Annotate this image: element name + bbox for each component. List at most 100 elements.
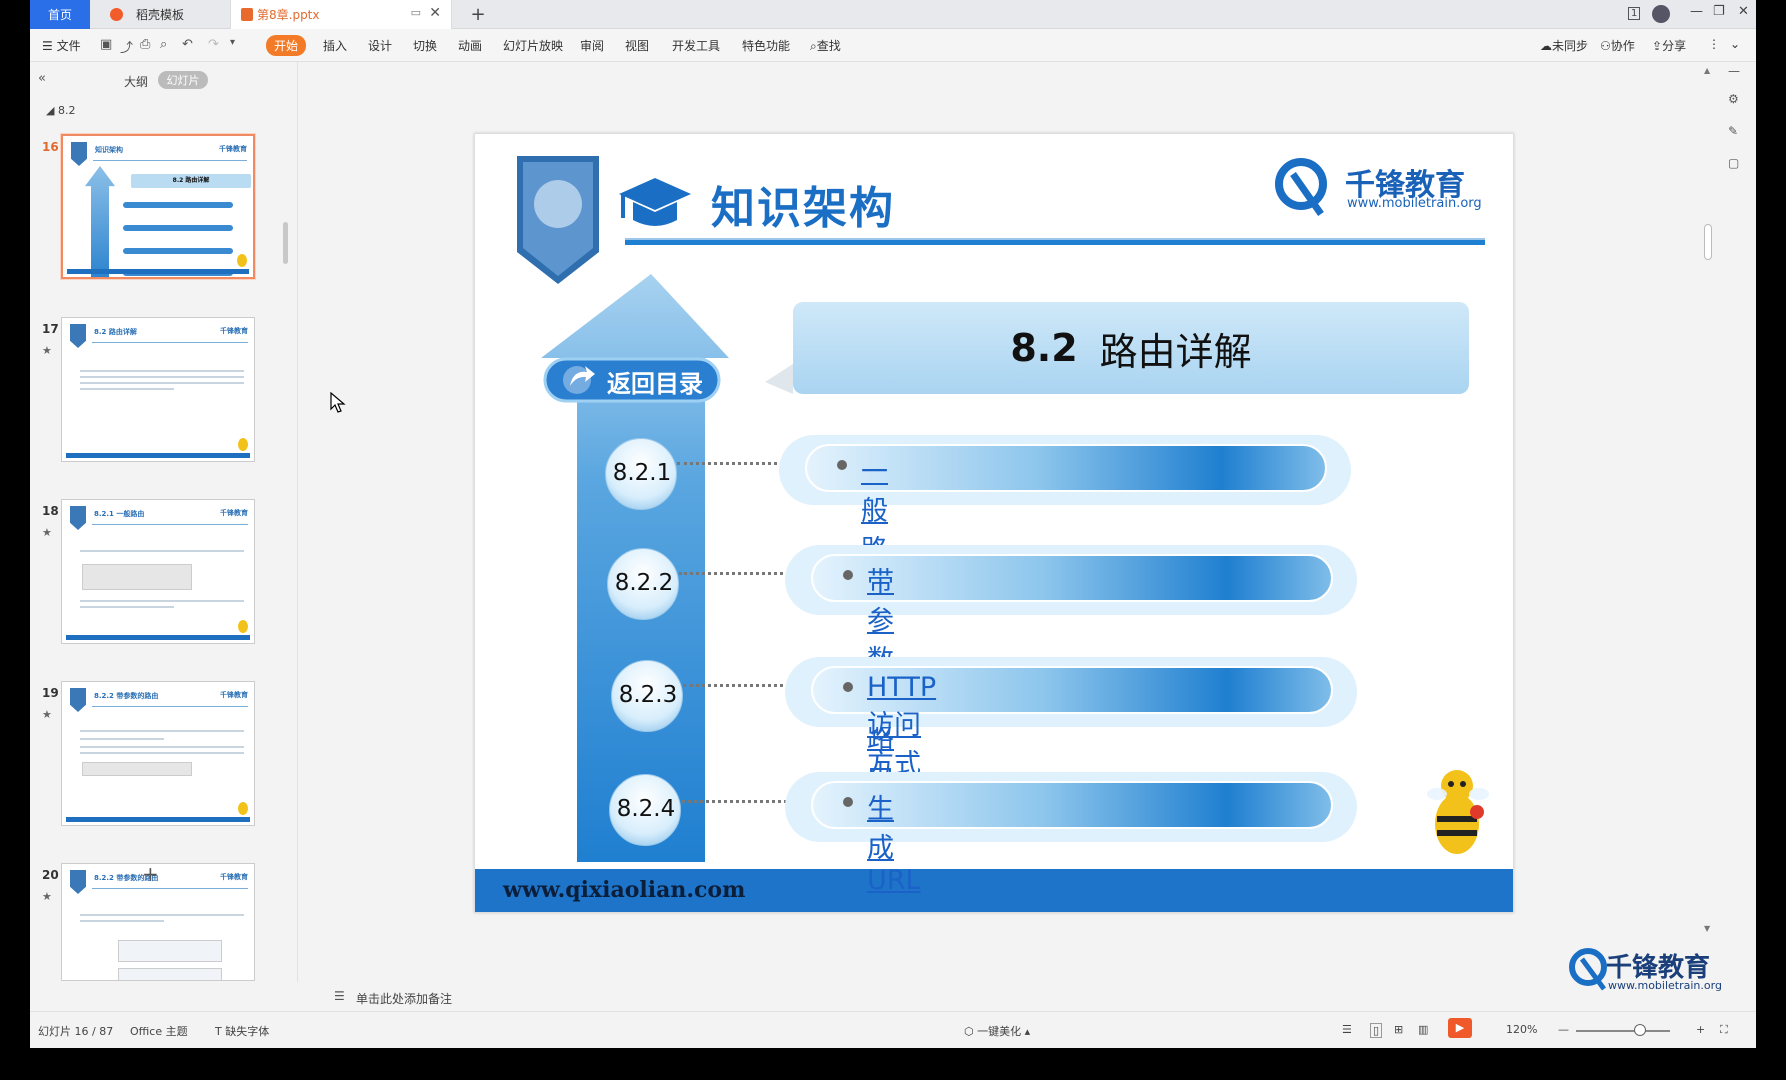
desktop-edge bbox=[0, 1048, 1786, 1080]
canvas-scrollbar[interactable]: ▲ ▼ bbox=[1702, 62, 1714, 982]
scroll-up-icon[interactable]: ▲ bbox=[1704, 66, 1710, 75]
tab-outline[interactable]: 大纲 bbox=[124, 73, 148, 90]
zoom-level[interactable]: 120% bbox=[1506, 1023, 1537, 1036]
thumb-logo: 千锋教育 bbox=[220, 509, 248, 517]
export-icon[interactable]: ⤴ bbox=[120, 37, 133, 56]
slide-thumbnail[interactable]: 8.2.2 带参数的路由 千锋教育 bbox=[61, 681, 255, 826]
shield-icon bbox=[71, 142, 87, 166]
cube-icon: ⬡ bbox=[964, 1025, 974, 1038]
collaborate-button[interactable]: ⚇协作 bbox=[1600, 37, 1635, 54]
slide-thumbnail[interactable]: 8.2 路由详解 千锋教育 bbox=[61, 317, 255, 462]
redo-icon[interactable]: ↷ bbox=[208, 37, 219, 52]
thumb-footer bbox=[67, 269, 249, 274]
menu-search-label: 查找 bbox=[816, 39, 841, 53]
tab-home-label: 首页 bbox=[47, 8, 72, 22]
save-icon[interactable]: ▣ bbox=[100, 37, 112, 52]
menu-search[interactable]: ⌕查找 bbox=[810, 37, 841, 54]
menu-transition[interactable]: 切换 bbox=[413, 37, 437, 54]
more-icon[interactable]: ⋮ bbox=[1708, 37, 1720, 51]
menu-file[interactable]: ☰ 文件 bbox=[42, 37, 81, 54]
zoom-out-icon[interactable]: — bbox=[1558, 1023, 1569, 1036]
thumb-arrow bbox=[85, 166, 115, 277]
menu-review[interactable]: 审阅 bbox=[580, 37, 604, 54]
toc-item-link[interactable]: HTTP访问方式 bbox=[867, 672, 936, 781]
tab-slides[interactable]: 幻灯片 bbox=[158, 71, 208, 89]
font-icon: T bbox=[215, 1025, 222, 1038]
window-count-icon[interactable]: 1 bbox=[1628, 7, 1641, 20]
fit-window-icon[interactable]: ⛶ bbox=[1720, 1023, 1728, 1037]
menu-features[interactable]: 特色功能 bbox=[742, 37, 790, 54]
panel-scrollbar[interactable] bbox=[283, 222, 288, 264]
avatar[interactable] bbox=[1652, 5, 1670, 23]
slide-counter: 幻灯片 16 / 87 bbox=[38, 1025, 114, 1038]
normal-view-icon[interactable]: ▯ bbox=[1370, 1023, 1383, 1038]
notes-toggle-icon[interactable]: ☰ bbox=[1342, 1023, 1352, 1036]
collapse-panel-icon[interactable]: « bbox=[38, 71, 46, 86]
shield-icon bbox=[70, 506, 86, 530]
toc-item-link[interactable]: 生成URL bbox=[867, 787, 921, 896]
thumb-footer bbox=[66, 635, 250, 640]
menu-design[interactable]: 设计 bbox=[368, 37, 392, 54]
shield-icon bbox=[70, 688, 86, 712]
toc-item-number: 8.2.4 bbox=[616, 796, 676, 822]
thumb-title: 8.2 路由详解 bbox=[94, 328, 137, 336]
menu-start[interactable]: 开始 bbox=[266, 35, 306, 56]
add-slide-button[interactable]: + bbox=[142, 862, 159, 886]
menu-animation[interactable]: 动画 bbox=[458, 37, 482, 54]
thumb-divider bbox=[92, 706, 248, 707]
collaborate-label: 协作 bbox=[1610, 39, 1635, 53]
play-slideshow-icon[interactable]: ▶ bbox=[1448, 1018, 1472, 1038]
thumb-bar bbox=[123, 202, 233, 208]
menu-insert[interactable]: 插入 bbox=[323, 37, 347, 54]
scrollbar-thumb[interactable] bbox=[1704, 224, 1712, 260]
menu-devtools[interactable]: 开发工具 bbox=[672, 37, 720, 54]
notes-placeholder[interactable]: 单击此处添加备注 bbox=[356, 990, 452, 1007]
close-window-icon[interactable]: ✕ bbox=[1738, 4, 1749, 19]
bee-mascot-icon bbox=[238, 438, 248, 451]
pin-icon[interactable]: ✎ bbox=[1728, 124, 1738, 138]
zoom-slider-handle[interactable] bbox=[1634, 1024, 1646, 1036]
tab-home[interactable]: 首页 bbox=[30, 0, 90, 29]
theme-name[interactable]: Office 主题 bbox=[130, 1023, 188, 1039]
thumb-bar bbox=[123, 248, 233, 254]
section-header[interactable]: ◢ 8.2 bbox=[46, 104, 75, 117]
scroll-down-icon[interactable]: ▼ bbox=[1704, 924, 1710, 933]
panel-collapse-icon[interactable]: — bbox=[1728, 64, 1740, 78]
settings-sliders-icon[interactable]: ⚙ bbox=[1728, 92, 1739, 106]
slide-thumbnail[interactable]: 知识架构 千锋教育 8.2 路由详解 bbox=[61, 134, 255, 279]
tab-template[interactable]: 稻壳模板 bbox=[100, 0, 220, 29]
back-to-toc-link[interactable]: 返回目录 bbox=[607, 364, 703, 399]
restore-icon[interactable]: ❐ bbox=[1713, 4, 1725, 19]
thumb-code-box bbox=[82, 762, 192, 776]
comment-icon[interactable]: ▢ bbox=[1728, 156, 1739, 170]
slide-canvas[interactable]: 知识架构 千锋教育 www.mobiletrain.org 8.2 路由详解 返… bbox=[474, 133, 1514, 913]
menu-view[interactable]: 视图 bbox=[625, 37, 649, 54]
close-tab-icon[interactable]: ✕ bbox=[429, 5, 441, 21]
preview-icon[interactable]: ⌕ bbox=[160, 37, 167, 52]
notes-icon: ☰ bbox=[334, 989, 345, 1003]
mouse-cursor-icon bbox=[330, 392, 346, 413]
shield-icon bbox=[70, 324, 86, 348]
print-icon[interactable]: ⎙ bbox=[140, 37, 150, 52]
share-button[interactable]: ⇪分享 bbox=[1652, 37, 1686, 54]
chevron-down-icon[interactable]: ⌄ bbox=[1730, 37, 1740, 51]
zoom-slider[interactable] bbox=[1576, 1030, 1670, 1032]
reading-view-icon[interactable]: ▥ bbox=[1418, 1023, 1428, 1036]
slide-thumbnail[interactable]: 8.2.1 一般路由 千锋教育 bbox=[61, 499, 255, 644]
pin-icon[interactable]: ▭ bbox=[411, 6, 421, 19]
zoom-in-icon[interactable]: + bbox=[1696, 1023, 1705, 1036]
thumb-code-box bbox=[82, 564, 192, 590]
menu-slideshow[interactable]: 幻灯片放映 bbox=[503, 37, 563, 54]
customize-icon[interactable]: ▾ bbox=[230, 37, 235, 48]
minimize-icon[interactable]: — bbox=[1690, 4, 1703, 19]
tab-document[interactable]: 第8章.pptx ▭ ✕ bbox=[230, 0, 452, 29]
undo-icon[interactable]: ↶ bbox=[182, 37, 193, 52]
missing-font-button[interactable]: T 缺失字体 bbox=[215, 1023, 269, 1039]
beautify-button[interactable]: ⬡ 一键美化 ▴ bbox=[964, 1023, 1030, 1039]
sorter-view-icon[interactable]: ⊞ bbox=[1394, 1023, 1403, 1036]
sync-status[interactable]: ☁未同步 bbox=[1540, 37, 1588, 54]
graduation-cap-icon bbox=[619, 178, 691, 226]
thumb-logo: 千锋教育 bbox=[220, 691, 248, 699]
new-tab-button[interactable]: + bbox=[466, 0, 490, 29]
notes-area[interactable]: ☰ 单击此处添加备注 bbox=[298, 985, 1756, 1009]
